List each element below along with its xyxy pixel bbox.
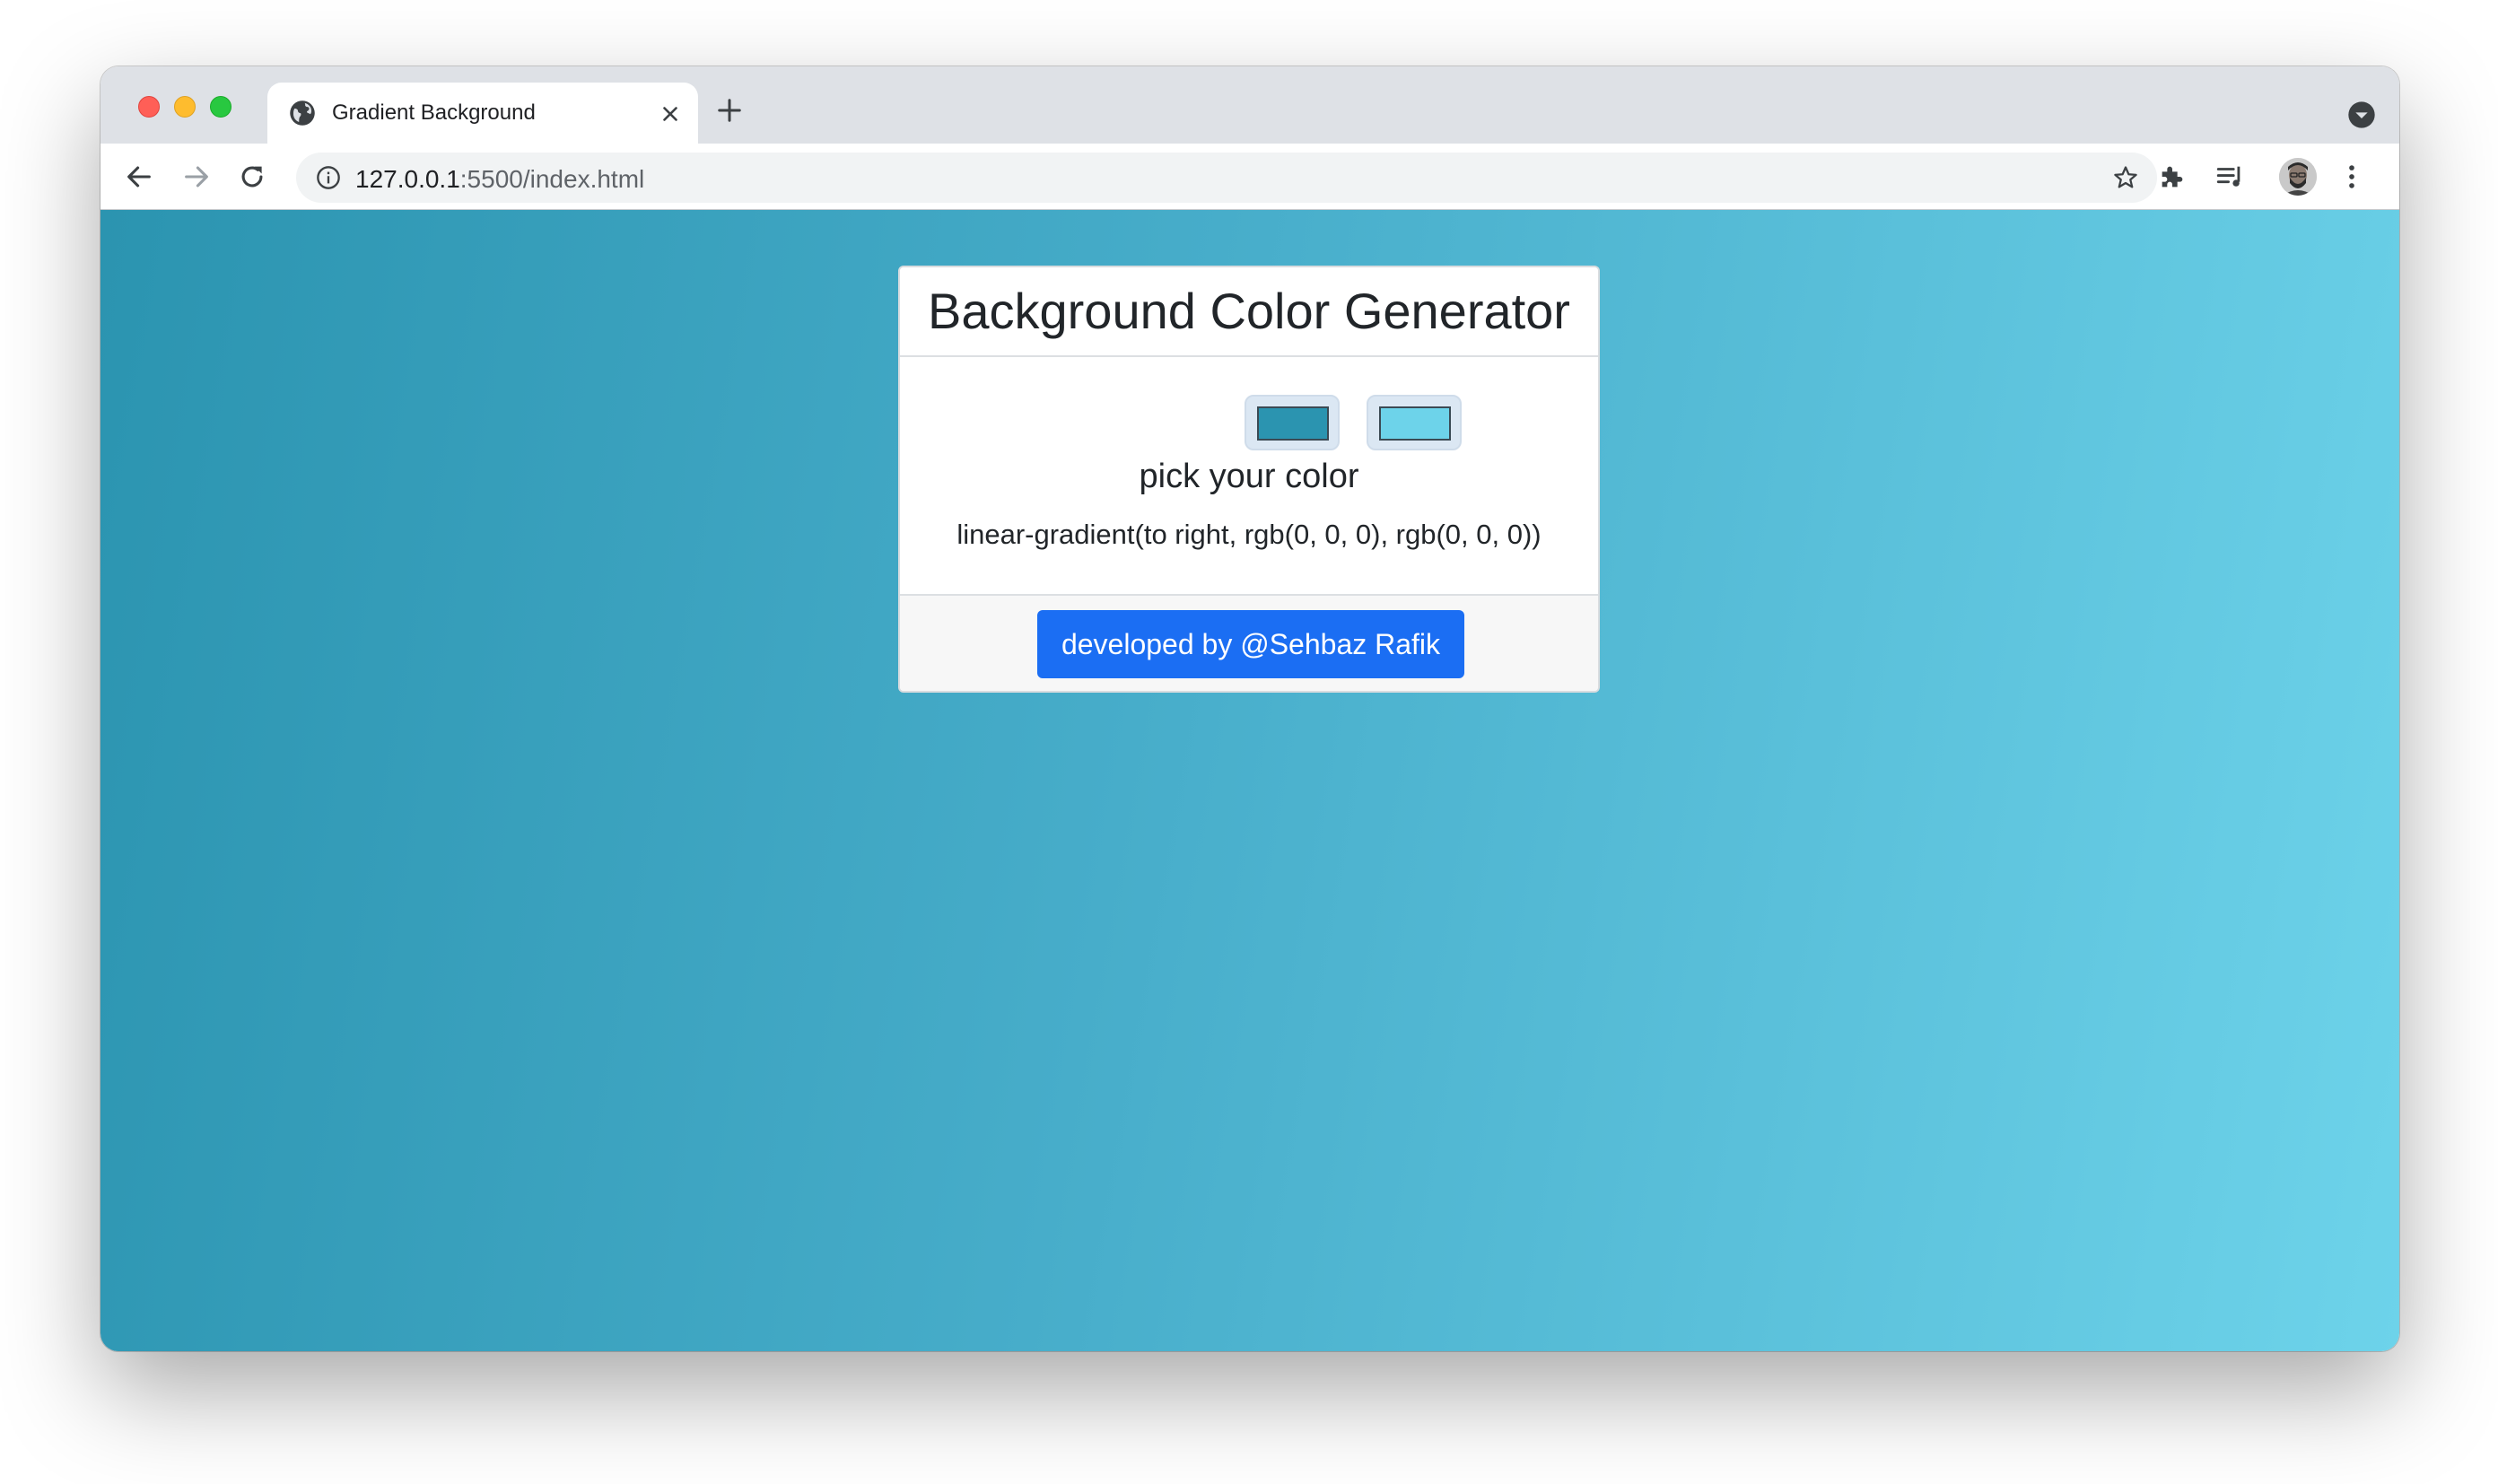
generator-card: Background Color Generator pick your col…	[898, 266, 1600, 693]
avatar[interactable]	[2279, 158, 2317, 196]
url-text[interactable]: 127.0.0.1:5500/index.html	[355, 165, 644, 194]
info-icon[interactable]	[316, 165, 341, 190]
developer-credit-button[interactable]: developed by @Sehbaz Rafik	[1037, 610, 1464, 678]
card-header: Background Color Generator	[900, 267, 1598, 357]
page-viewport: Background Color Generator pick your col…	[100, 210, 2399, 1351]
profile-photo	[2279, 158, 2317, 196]
close-window-button[interactable]	[138, 96, 160, 118]
puzzle-icon[interactable]	[2157, 161, 2188, 192]
browser-toolbar: 127.0.0.1:5500/index.html	[100, 144, 2399, 210]
arrow-right-icon[interactable]	[181, 161, 212, 192]
close-icon[interactable]	[659, 102, 682, 126]
playlist-icon[interactable]	[2214, 161, 2245, 192]
arrow-left-icon[interactable]	[124, 161, 154, 192]
color-picker-2[interactable]	[1367, 395, 1462, 450]
tab-gradient-background[interactable]: Gradient Background	[267, 83, 698, 144]
kebab-menu-icon[interactable]	[2336, 161, 2367, 192]
card-body: pick your color linear-gradient(to right…	[900, 357, 1598, 594]
tab-title: Gradient Background	[332, 100, 536, 125]
color-swatch-2	[1379, 406, 1451, 441]
url-path: :5500/index.html	[459, 165, 645, 193]
pick-color-label: pick your color	[1139, 458, 1359, 495]
color-swatch-1	[1257, 406, 1329, 441]
browser-window: Gradient Background 127.0.0.1:5500/index…	[100, 66, 2399, 1351]
tab-bar: Gradient Background	[100, 66, 2399, 144]
chevron-down-circle-icon[interactable]	[2347, 100, 2376, 129]
minimize-window-button[interactable]	[174, 96, 196, 118]
url-host: 127.0.0.1	[355, 165, 460, 193]
page-title: Background Color Generator	[928, 283, 1570, 339]
reload-icon[interactable]	[237, 161, 267, 192]
plus-icon[interactable]	[716, 97, 743, 124]
address-bar[interactable]: 127.0.0.1:5500/index.html	[296, 153, 2157, 203]
globe-icon	[290, 100, 315, 126]
card-footer: developed by @Sehbaz Rafik	[900, 594, 1598, 691]
gradient-css-text: linear-gradient(to right, rgb(0, 0, 0), …	[956, 519, 1542, 550]
star-icon[interactable]	[2112, 164, 2139, 191]
maximize-window-button[interactable]	[210, 96, 231, 118]
color-picker-1[interactable]	[1245, 395, 1340, 450]
